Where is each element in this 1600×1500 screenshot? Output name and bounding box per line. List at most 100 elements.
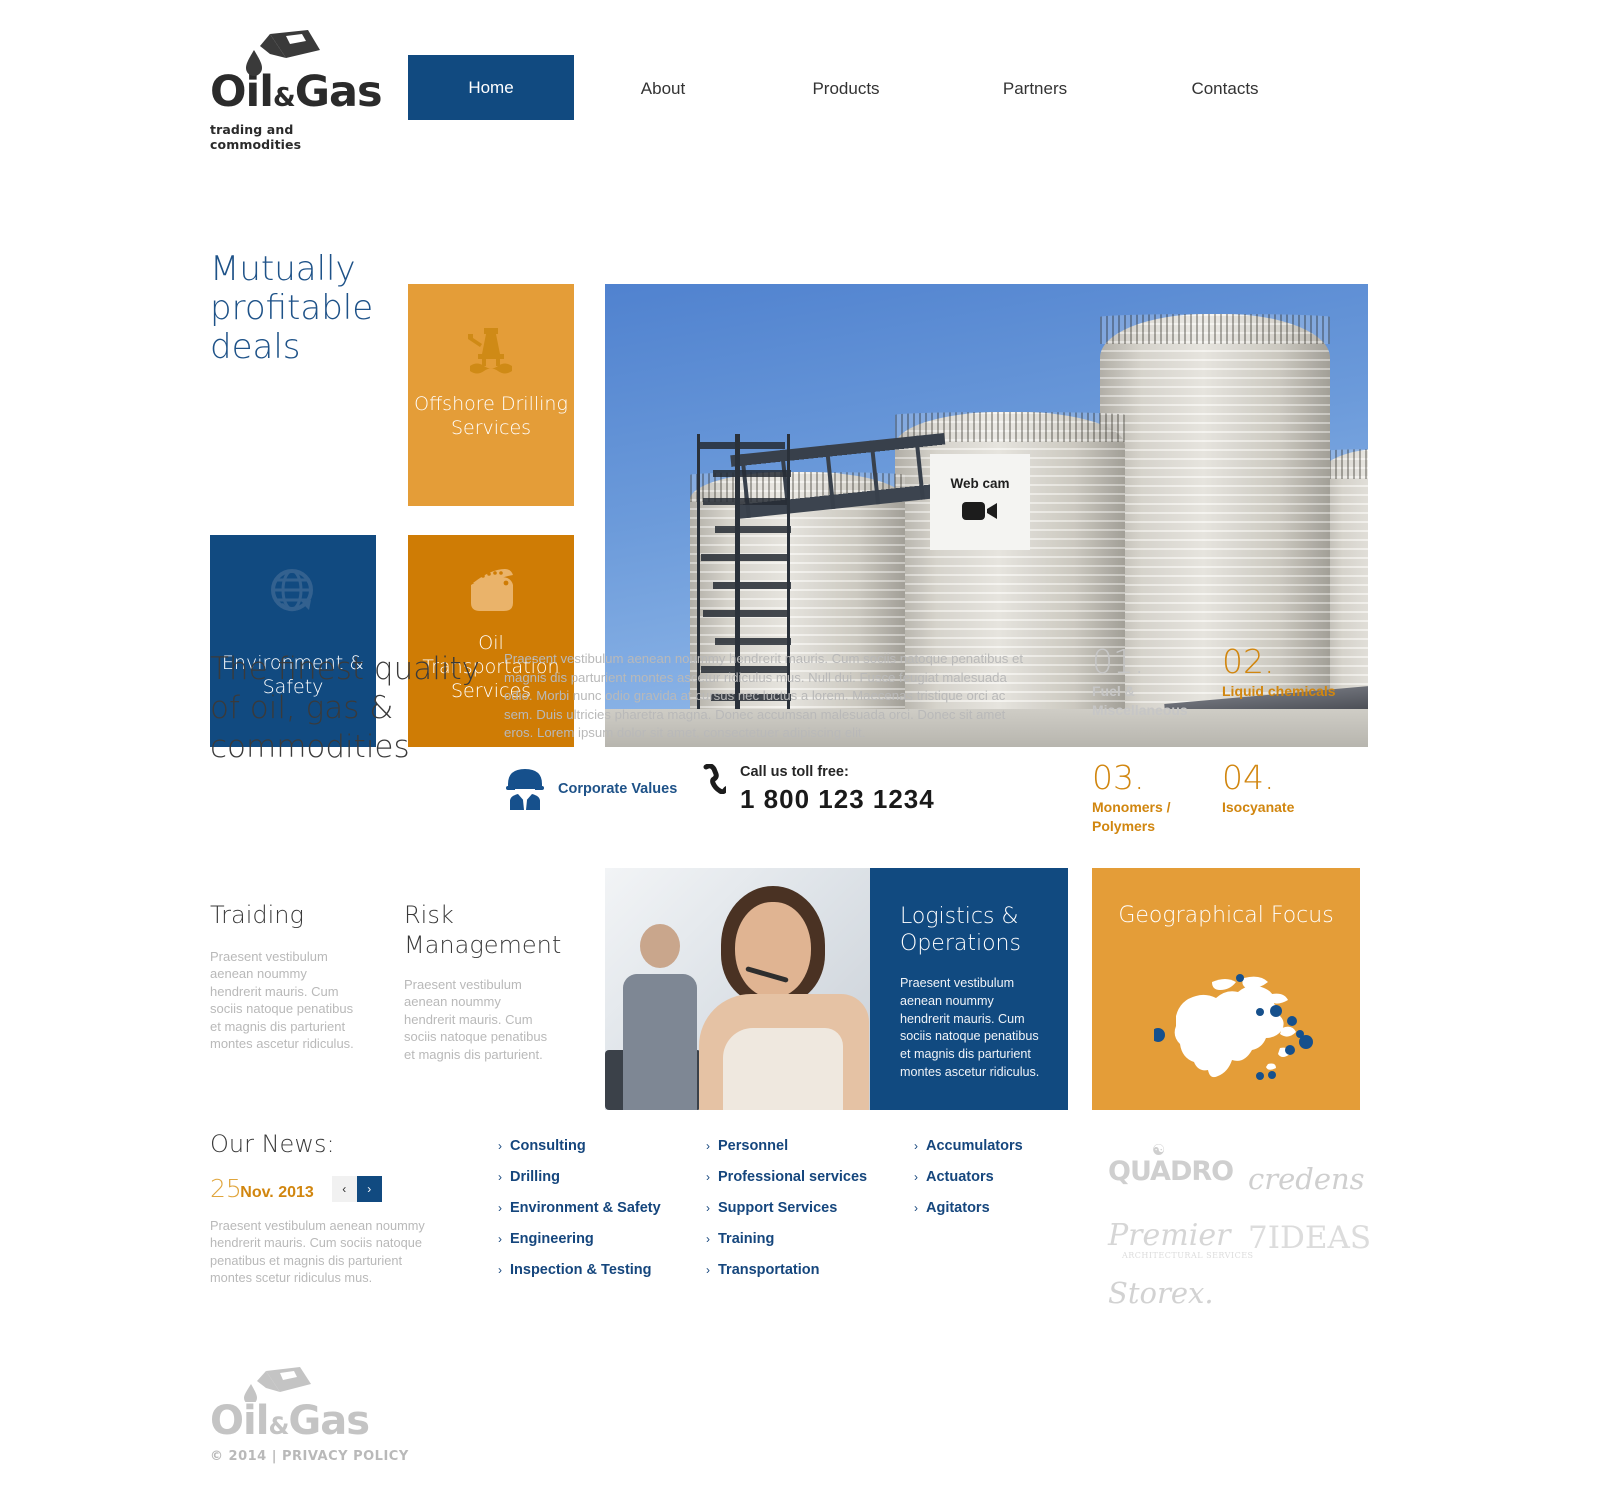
link-drilling[interactable]: › Drilling [498,1169,706,1185]
main-navigation[interactable]: Home About Products Partners Contacts [408,55,1320,120]
chevron-right-icon: › [914,1170,918,1184]
link-accumulators[interactable]: › Accumulators [914,1138,1122,1154]
link-column-1: › Consulting › Drilling › Environment & … [498,1138,706,1293]
chevron-right-icon: › [706,1263,710,1277]
partner-subtitle: ARCHITECTURAL SERVICES [1122,1251,1254,1260]
partner-name: QUADRO [1108,1156,1234,1187]
link-engineering[interactable]: › Engineering [498,1231,706,1247]
link-agitators[interactable]: › Agitators [914,1200,1122,1216]
product-number-03: 03. [1092,758,1145,797]
quality-title: The finest quality of oil, gas & commodi… [210,651,480,765]
partner-logo-premier[interactable]: Premier ARCHITECTURAL SERVICES [1108,1218,1254,1260]
north-america-map-icon [1151,972,1319,1090]
partner-logo-quadro[interactable]: ☯ QUADRO [1108,1141,1234,1187]
site-header: Oil&Gas trading and commodities Home Abo… [0,0,1600,152]
news-day: 25 [210,1174,242,1203]
risk-management-body: Praesent vestibulum aenean noummy hendre… [404,977,548,1062]
partner-logo-7ideas[interactable]: 7IDEAS [1248,1220,1371,1256]
product-number-04: 04. [1222,758,1275,797]
lower-section: Our News: 25 Nov. 2013 ‹ › Praesent vest… [0,1120,1600,1330]
link-label: Inspection & Testing [510,1262,652,1278]
link-personnel[interactable]: › Personnel [706,1138,914,1154]
partner-logo-credens[interactable]: credens [1248,1162,1365,1196]
footer-wordmark[interactable]: Oil&Gas [210,1400,510,1447]
news-heading: Our News: [210,1130,335,1158]
geographical-focus-title: Geographical Focus [1118,903,1334,928]
ship-icon [408,565,574,617]
chevron-right-icon: › [914,1139,918,1153]
engineer-helmet-icon [504,764,546,815]
news-month-year: Nov. 2013 [240,1184,314,1201]
page-root: Oil&Gas trading and commodities Home Abo… [0,0,1600,1500]
link-label: Environment & Safety [510,1200,661,1216]
link-support-services[interactable]: › Support Services [706,1200,914,1216]
link-inspection-testing[interactable]: › Inspection & Testing [498,1262,706,1278]
oil-rig-icon [408,322,574,376]
service-column-risk-management: Risk Management Praesent vestibulum aene… [404,900,561,1063]
logistics-body: Praesent vestibulum aenean noummy hendre… [900,976,1040,1079]
product-label-03: Monomers / Polymers [1092,799,1171,834]
site-logo[interactable]: Oil&Gas trading and commodities [210,28,385,152]
news-meta-row: 25 Nov. 2013 ‹ › [210,1174,440,1203]
quality-section: The finest quality of oil, gas & commodi… [0,636,1600,851]
chevron-right-icon[interactable]: › [356,1175,382,1202]
nav-item-products[interactable]: Products [752,62,940,120]
footer-link-columns: › Consulting › Drilling › Environment & … [498,1138,1122,1293]
logistics-operations-panel[interactable]: Logistics & Operations Praesent vestibul… [870,868,1068,1110]
hero-headline: Mutually profitable deals [210,249,374,367]
quadro-mark-icon: ☯ [1152,1141,1165,1159]
tile-offshore-drilling-services[interactable]: Offshore Drilling Services [408,284,574,506]
web-cam-badge[interactable]: Web cam [930,454,1030,550]
link-training[interactable]: › Training [706,1231,914,1247]
oil-can-icon [210,28,385,76]
footer-word-gas: Gas [288,1398,370,1444]
chevron-right-icon: › [706,1170,710,1184]
footer-copyright[interactable]: © 2014 | PRIVACY POLICY [210,1449,510,1464]
chevron-right-icon: › [498,1201,502,1215]
nav-item-home[interactable]: Home [408,55,574,120]
link-label: Agitators [926,1200,990,1216]
support-agent-photo [605,868,870,1110]
product-category-04[interactable]: 04. Isocyanate [1222,760,1352,836]
link-label: Actuators [926,1169,994,1185]
services-section: Traiding Praesent vestibulum aenean noum… [0,868,1600,1110]
link-label: Accumulators [926,1138,1023,1154]
toll-free-phone-block[interactable]: Call us toll free: 1 800 123 1234 [700,763,935,815]
chevron-right-icon: › [498,1139,502,1153]
product-category-03[interactable]: 03. Monomers / Polymers [1092,760,1222,836]
chevron-right-icon: › [706,1201,710,1215]
chevron-right-icon: › [498,1232,502,1246]
link-label: Transportation [718,1262,820,1278]
chevron-right-icon: › [914,1201,918,1215]
link-label: Consulting [510,1138,586,1154]
nav-item-contacts[interactable]: Contacts [1130,62,1320,120]
partner-name: Premier [1108,1218,1231,1253]
product-label-01: Fuel & Miscellaneous [1092,683,1188,718]
link-environment-safety[interactable]: › Environment & Safety [498,1200,706,1216]
product-category-01[interactable]: 01. Fuel & Miscellaneous [1092,644,1222,720]
geographical-focus-panel[interactable]: Geographical Focus [1092,868,1360,1110]
product-number-01: 01. [1092,642,1145,681]
news-body: Praesent vestibulum aenean noummy hendre… [210,1218,425,1286]
link-transportation[interactable]: › Transportation [706,1262,914,1278]
partner-name: credens [1248,1162,1365,1196]
chevron-left-icon[interactable]: ‹ [331,1175,357,1202]
link-professional-services[interactable]: › Professional services [706,1169,914,1185]
trading-title: Traiding [210,901,304,929]
link-actuators[interactable]: › Actuators [914,1169,1122,1185]
link-consulting[interactable]: › Consulting [498,1138,706,1154]
headset-agent [693,886,870,1110]
partner-logo-storex[interactable]: Storex. [1108,1276,1214,1310]
news-pager[interactable]: ‹ › [331,1175,382,1202]
logo-ampersand: & [273,83,296,113]
link-label: Personnel [718,1138,789,1154]
footer-word-oil: Oil [210,1398,269,1444]
nav-item-about[interactable]: About [574,62,752,120]
chevron-right-icon: › [498,1263,502,1277]
news-block: Our News: 25 Nov. 2013 ‹ › Praesent vest… [210,1130,440,1287]
hero-section: Mutually profitable deals Offshore Drill… [0,142,1600,747]
corporate-values-block[interactable]: Corporate Values [504,764,677,815]
logistics-title: Logistics & Operations [900,904,1021,956]
nav-item-partners[interactable]: Partners [940,62,1130,120]
product-category-02[interactable]: 02. Liquid chemicals [1222,644,1352,720]
